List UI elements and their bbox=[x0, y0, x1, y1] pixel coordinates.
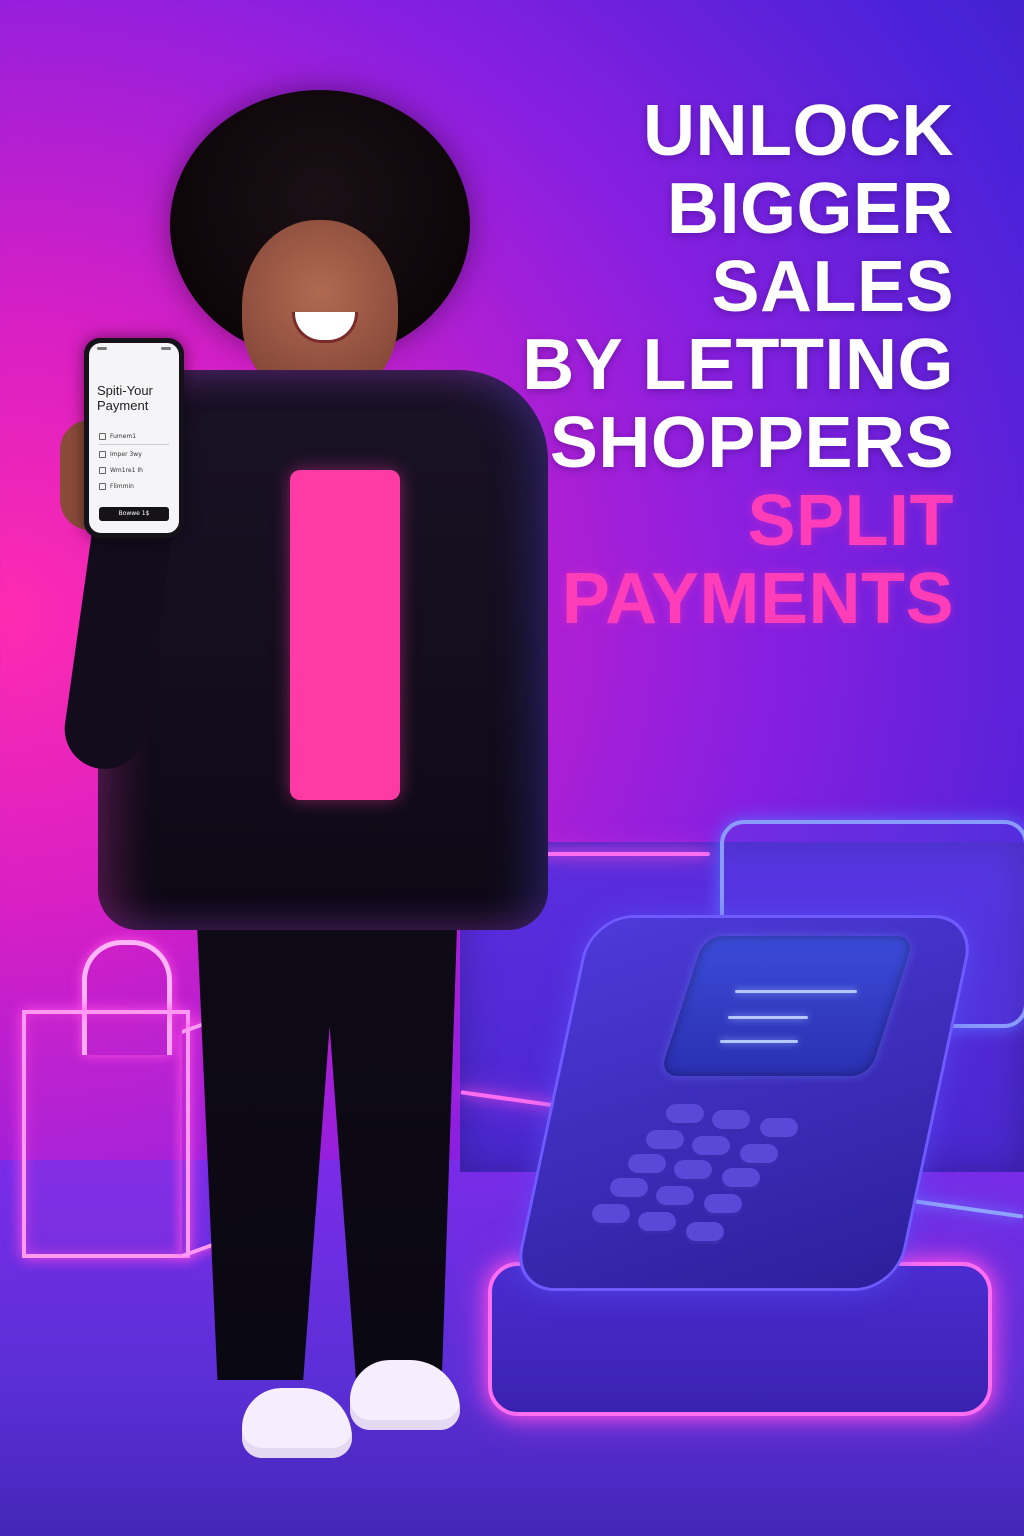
payment-option[interactable]: Wm1re1 Ih bbox=[99, 467, 143, 474]
terminal-screen-line bbox=[735, 990, 857, 993]
terminal-key bbox=[692, 1136, 730, 1158]
payment-option[interactable]: Fumem1 bbox=[99, 433, 136, 440]
terminal-key bbox=[592, 1204, 630, 1226]
terminal-key bbox=[628, 1154, 666, 1176]
payment-option[interactable]: Imper 3wy bbox=[99, 451, 142, 458]
terminal-key bbox=[674, 1160, 712, 1182]
checkbox-icon bbox=[99, 467, 106, 474]
terminal-key bbox=[760, 1118, 798, 1140]
sneaker-right bbox=[350, 1360, 460, 1430]
checkbox-icon bbox=[99, 483, 106, 490]
terminal-key bbox=[610, 1178, 648, 1200]
terminal-key bbox=[686, 1222, 724, 1244]
terminal-key bbox=[704, 1194, 742, 1216]
divider bbox=[99, 444, 169, 445]
status-bar bbox=[97, 347, 171, 353]
terminal-screen-line bbox=[728, 1016, 808, 1019]
sneaker-left bbox=[242, 1388, 352, 1458]
terminal-key bbox=[638, 1212, 676, 1234]
smartphone: Spiti-Your Payment Fumem1 Imper 3wy Wm1r… bbox=[84, 338, 184, 538]
phone-screen-title: Spiti-Your Payment bbox=[97, 383, 153, 413]
payment-option[interactable]: Flimmin bbox=[99, 483, 134, 490]
terminal-key bbox=[666, 1104, 704, 1126]
terminal-key bbox=[656, 1186, 694, 1208]
terminal-key bbox=[722, 1168, 760, 1190]
checkbox-icon bbox=[99, 433, 106, 440]
pay-button[interactable]: Bowwe 1$ bbox=[99, 507, 169, 521]
terminal-key bbox=[740, 1144, 778, 1166]
pink-top bbox=[290, 470, 400, 800]
terminal-key bbox=[646, 1130, 684, 1152]
person bbox=[59, 90, 580, 1510]
phone-screen: Spiti-Your Payment Fumem1 Imper 3wy Wm1r… bbox=[89, 343, 179, 533]
terminal-screen-line bbox=[720, 1040, 798, 1043]
checkbox-icon bbox=[99, 451, 106, 458]
terminal-key bbox=[712, 1110, 750, 1132]
